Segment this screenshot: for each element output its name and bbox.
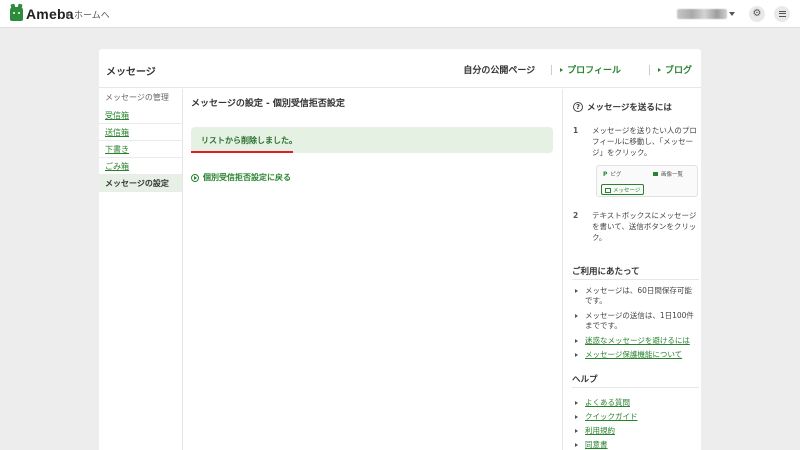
pigg-label: ピグ (610, 172, 622, 178)
help-link[interactable]: 同意書 (575, 440, 699, 450)
triangle-right-icon (575, 443, 588, 447)
envelope-icon (605, 187, 611, 193)
triangle-right-icon (575, 429, 588, 433)
usage-item-text: メッセージは、60日間保存可能です。 (585, 286, 692, 305)
back-to-block-settings-link[interactable]: 個別受信拒否設定に戻る (191, 172, 291, 183)
usage-link[interactable]: 迷惑なメッセージを避けるには (575, 336, 699, 346)
usage-item: メッセージの送信は、1日100件までです。 (575, 311, 699, 331)
step-1: 1 メッセージを送りたい人のプロフィールに移動し、「メッセージ」をクリック。 (573, 125, 699, 165)
step-2: 2 テキストボックスにメッセージを書いて、送信ボタンをクリック。 (573, 210, 699, 242)
sidebar-item-drafts[interactable]: 下書き (99, 141, 182, 158)
help-link[interactable]: クイックガイド (575, 412, 699, 422)
divider (572, 387, 699, 388)
highlight-underline (191, 151, 293, 153)
help-link[interactable]: 利用規約 (575, 426, 699, 436)
sidebar: メッセージの管理 受信箱 送信箱 下書き ごみ箱 メッセージの設定 (99, 89, 183, 450)
ameba-logo[interactable]: Ameba (10, 6, 74, 22)
triangle-right-icon (657, 67, 661, 72)
triangle-right-icon (575, 353, 588, 357)
menu-button[interactable] (774, 6, 790, 22)
help-title: ヘルプ (572, 375, 598, 385)
triangle-right-icon (575, 401, 588, 405)
triangle-right-icon (575, 314, 588, 318)
album-row: 画像一覧 (653, 170, 683, 178)
step-number: 2 (573, 211, 579, 220)
gear-icon: ⚙ (752, 8, 762, 19)
sidebar-item-inbox[interactable]: 受信箱 (99, 107, 182, 124)
album-icon (653, 172, 658, 176)
send-guide-title: ? メッセージを送るには (573, 101, 672, 113)
sidebar-item-trash[interactable]: ごみ箱 (99, 158, 182, 175)
send-guide-title-text: メッセージを送るには (587, 103, 672, 113)
notice-text: リストから削除しました。 (201, 136, 297, 145)
divider (648, 64, 650, 75)
profile-preview-image: P ピグ 画像一覧 メッセージ (596, 165, 698, 197)
divider (572, 279, 699, 280)
sidebar-item-settings[interactable]: メッセージの設定 (99, 175, 182, 192)
step-number: 1 (573, 126, 579, 135)
usage-link-text: 迷惑なメッセージを避けるには (585, 336, 690, 345)
step-text: テキストボックスにメッセージを書いて、送信ボタンをクリック。 (592, 211, 697, 242)
header-links: 自分の公開ページ プロフィール ブログ (463, 63, 692, 76)
hamburger-icon (778, 11, 786, 17)
settings-title: メッセージの設定 - 個別受信拒否設定 (191, 99, 345, 109)
triangle-right-icon (575, 415, 588, 419)
usage-item-text: メッセージの送信は、1日100件までです。 (585, 311, 694, 330)
message-card: メッセージ 自分の公開ページ プロフィール ブログ メッセージの管理 受信箱 送… (99, 49, 701, 450)
user-name-blurred[interactable] (677, 9, 727, 19)
card-header: メッセージ 自分の公開ページ プロフィール ブログ (99, 49, 701, 88)
usage-item: メッセージは、60日間保存可能です。 (575, 286, 699, 306)
right-panel: ? メッセージを送るには 1 メッセージを送りたい人のプロフィールに移動し、「メ… (562, 89, 701, 450)
back-link-label: 個別受信拒否設定に戻る (203, 173, 291, 182)
triangle-right-icon (575, 339, 588, 343)
help-link-text: よくある質問 (585, 398, 630, 407)
caret-down-icon[interactable] (729, 12, 735, 16)
message-button-preview: メッセージ (601, 184, 645, 195)
pigg-row: P ピグ (603, 170, 622, 179)
home-link-label: ホームへ (74, 11, 110, 21)
triangle-right-icon (575, 289, 588, 293)
sidebar-heading: メッセージの管理 (105, 93, 169, 102)
circle-arrow-icon (191, 173, 199, 182)
pigg-icon: P (603, 170, 608, 178)
page-title: メッセージ (106, 67, 156, 78)
profile-link-label: プロフィール (567, 66, 621, 76)
help-link-text: 同意書 (585, 440, 608, 449)
own-page-link[interactable]: 自分の公開ページ (463, 63, 535, 76)
help-link[interactable]: よくある質問 (575, 398, 699, 408)
home-link[interactable]: ホームへ (66, 8, 110, 21)
blog-link[interactable]: ブログ (657, 63, 692, 76)
usage-link[interactable]: メッセージ保護機能について (575, 350, 699, 360)
ameba-logo-icon (10, 7, 23, 21)
question-icon: ? (573, 102, 583, 112)
triangle-right-icon (560, 67, 564, 72)
settings-button[interactable]: ⚙ (749, 6, 765, 22)
help-link-text: クイックガイド (585, 412, 638, 421)
step-text: メッセージを送りたい人のプロフィールに移動し、「メッセージ」をクリック。 (592, 126, 697, 157)
triangle-right-icon (66, 11, 70, 18)
blog-link-label: ブログ (664, 66, 692, 76)
message-button-label: メッセージ (613, 188, 641, 194)
profile-link[interactable]: プロフィール (560, 63, 621, 76)
divider (551, 64, 553, 75)
album-label: 画像一覧 (661, 172, 684, 178)
help-link-text: 利用規約 (585, 426, 615, 435)
success-notice: リストから削除しました。 (191, 127, 553, 153)
top-bar: Ameba ホームへ ⚙ (0, 0, 800, 28)
usage-link-text: メッセージ保護機能について (585, 350, 683, 359)
sidebar-item-sent[interactable]: 送信箱 (99, 124, 182, 141)
usage-title: ご利用にあたって (572, 267, 640, 277)
